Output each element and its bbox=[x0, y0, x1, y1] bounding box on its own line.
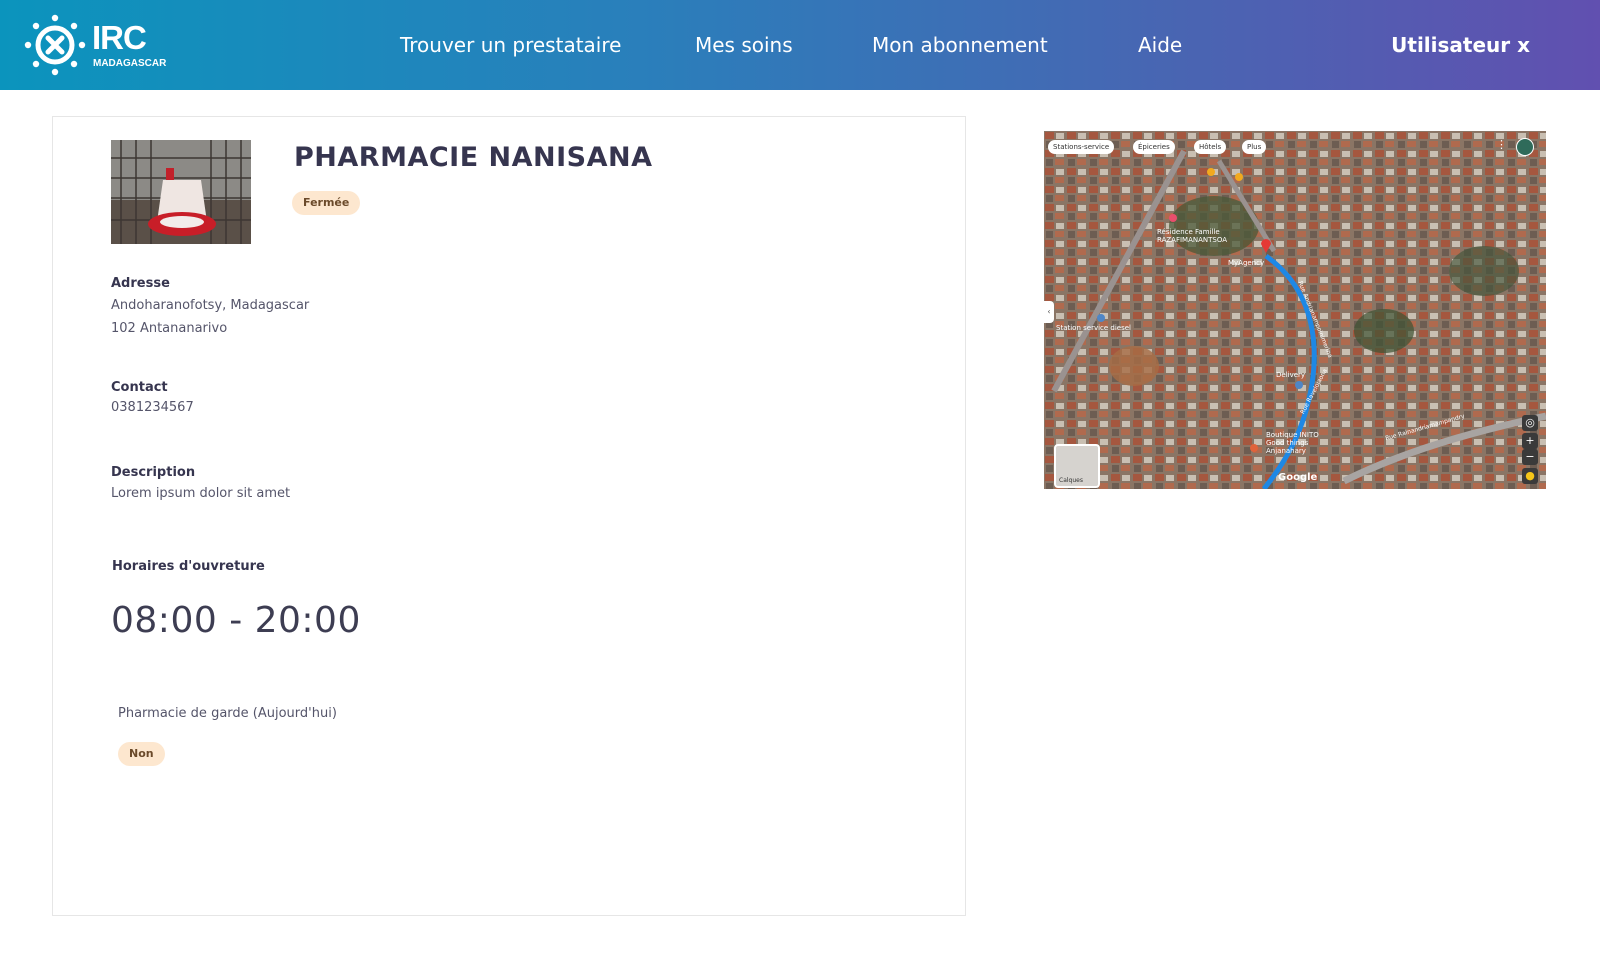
address-line-1: Andoharanofotsy, Madagascar bbox=[111, 298, 310, 313]
pharmacy-photo bbox=[111, 140, 251, 244]
apps-grid-icon[interactable]: ⋮ bbox=[1496, 138, 1510, 152]
address-line-2: 102 Antananarivo bbox=[111, 321, 228, 336]
description-text: Lorem ipsum dolor sit amet bbox=[111, 486, 291, 501]
collapse-panel-button[interactable]: ‹ bbox=[1044, 301, 1054, 323]
nav-item-my-care[interactable]: Mes soins bbox=[695, 32, 793, 58]
on-duty-label: Pharmacie de garde (Aujourd'hui) bbox=[118, 706, 337, 721]
contact-phone: 0381234567 bbox=[111, 400, 194, 415]
google-watermark: Google bbox=[1278, 472, 1318, 483]
address-label: Adresse bbox=[111, 276, 170, 291]
hours-label: Horaires d'ouvreture bbox=[112, 559, 265, 574]
description-label: Description bbox=[111, 465, 196, 480]
irc-logo[interactable]: IRC MADAGASCAR bbox=[24, 14, 166, 76]
map-label-agency: MyAgency bbox=[1228, 259, 1265, 267]
map-layers-button[interactable]: Calques bbox=[1054, 444, 1100, 488]
on-duty-badge: Non bbox=[118, 742, 165, 766]
map-label-residence: Résidence Famille RAZAFIMANANTSOA bbox=[1157, 228, 1228, 244]
brand-subtitle: MADAGASCAR bbox=[93, 58, 167, 69]
top-navigation-bar: IRC MADAGASCAR Trouver un prestataire Me… bbox=[0, 0, 1600, 90]
street-view-pegman-icon[interactable]: ● bbox=[1522, 468, 1538, 484]
nav-item-subscription[interactable]: Mon abonnement bbox=[872, 32, 1048, 58]
map-filter-hotels[interactable]: Hôtels bbox=[1194, 140, 1227, 154]
map-label-station: Station service diesel bbox=[1056, 324, 1132, 332]
opening-hours: 08:00 - 20:00 bbox=[111, 600, 361, 641]
my-location-icon[interactable]: ◎ bbox=[1522, 415, 1538, 431]
nav-item-help[interactable]: Aide bbox=[1138, 32, 1182, 58]
status-badge: Fermée bbox=[292, 191, 361, 215]
brand-name: IRC bbox=[92, 19, 147, 56]
map-filter-gas-stations[interactable]: Stations-service bbox=[1048, 140, 1115, 154]
map-layers-label: Calques bbox=[1059, 477, 1083, 484]
map-view[interactable]: Stations-service Épiceries Hôtels Plus R… bbox=[1044, 131, 1546, 489]
account-avatar[interactable] bbox=[1516, 138, 1534, 156]
pharmacy-detail-card: PHARMACIE NANISANA Fermée Adresse Andoha… bbox=[52, 116, 966, 916]
zoom-in-button[interactable]: + bbox=[1522, 433, 1538, 449]
map-filter-groceries[interactable]: Épiceries bbox=[1133, 140, 1175, 154]
logo-icon bbox=[24, 14, 86, 76]
pharmacy-name: PHARMACIE NANISANA bbox=[294, 142, 653, 173]
map-label-delivery: Delivery bbox=[1276, 371, 1306, 379]
zoom-out-button[interactable]: − bbox=[1522, 449, 1538, 465]
contact-label: Contact bbox=[111, 380, 168, 395]
map-label-shop: Boutique INITO Good things Anjanahary bbox=[1266, 431, 1319, 455]
map-filter-more[interactable]: Plus bbox=[1242, 140, 1267, 154]
nav-item-find-provider[interactable]: Trouver un prestataire bbox=[400, 32, 621, 58]
user-menu[interactable]: Utilisateur x bbox=[1391, 32, 1530, 58]
